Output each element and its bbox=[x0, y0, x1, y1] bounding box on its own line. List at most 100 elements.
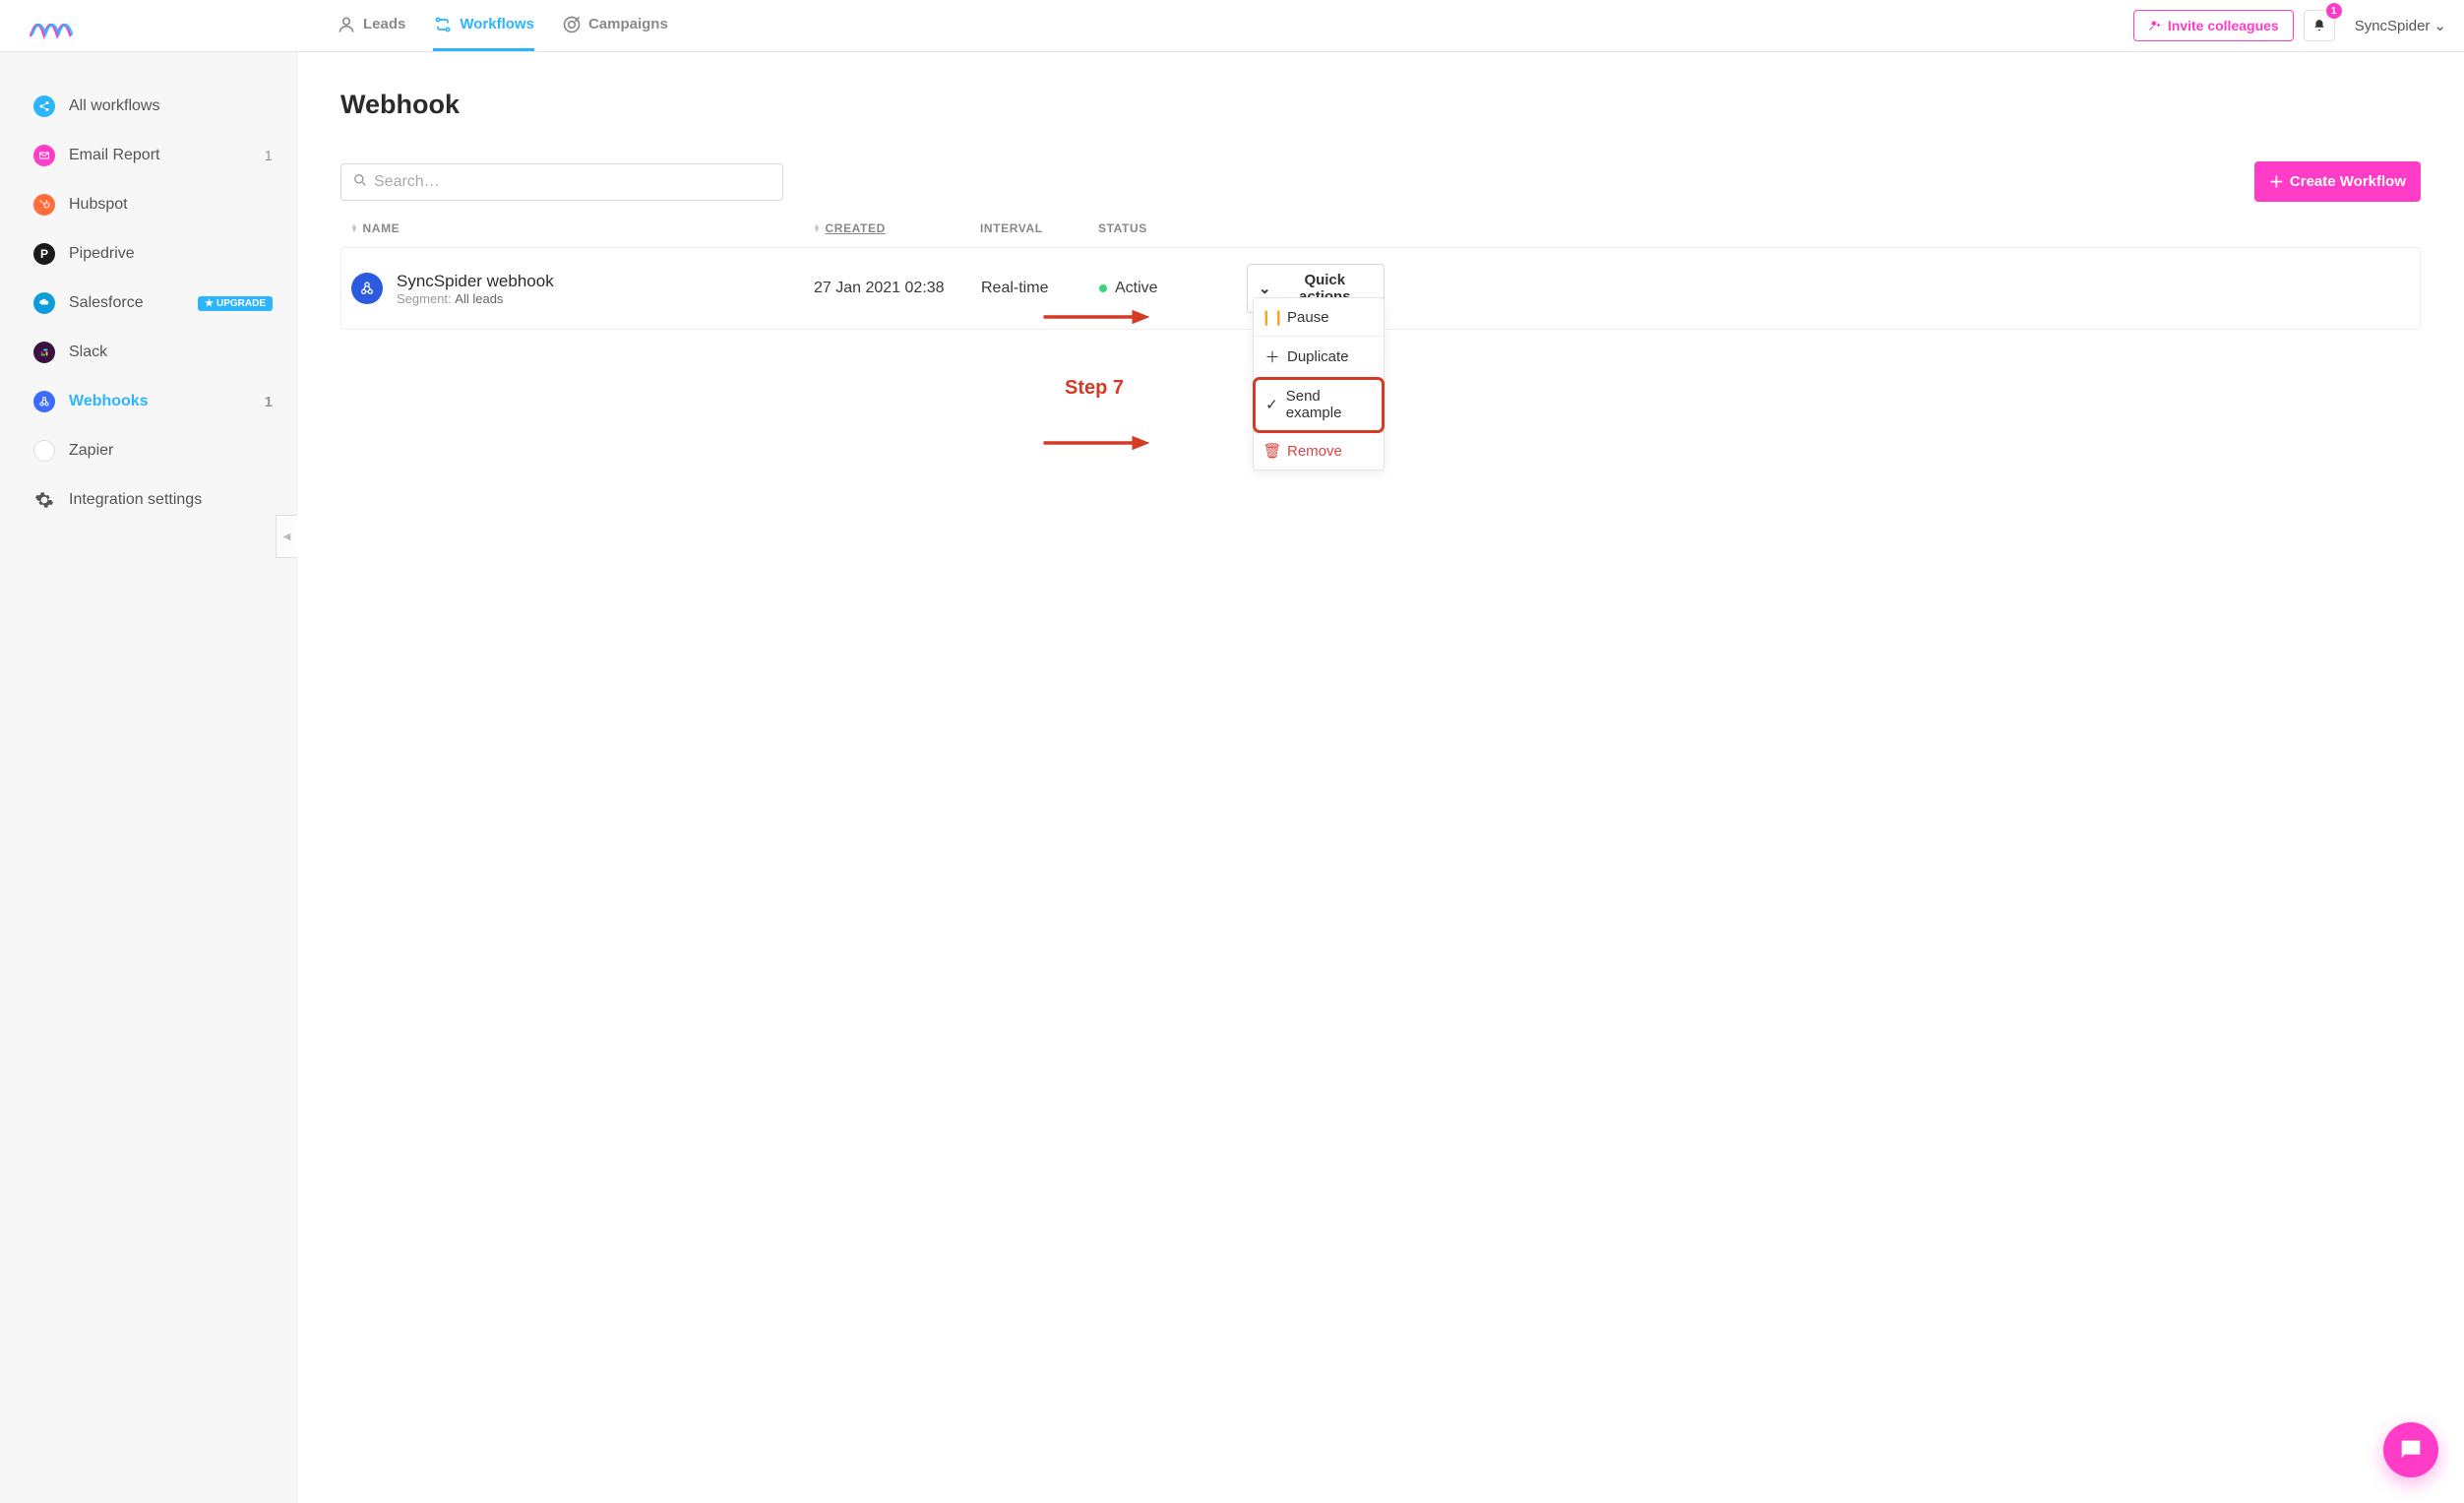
sidebar-item-label: Zapier bbox=[69, 442, 113, 460]
sidebar-zapier[interactable]: ✱ Zapier bbox=[0, 426, 296, 475]
col-status: STATUS bbox=[1098, 221, 1246, 235]
upgrade-text: UPGRADE bbox=[216, 298, 266, 309]
invite-label: Invite colleagues bbox=[2168, 18, 2279, 33]
search-icon bbox=[353, 173, 367, 191]
row-segment: Segment: All leads bbox=[397, 291, 554, 306]
sidebar-item-label: Hubspot bbox=[69, 196, 128, 214]
status-dot-icon bbox=[1099, 284, 1107, 292]
qa-remove-label: Remove bbox=[1287, 443, 1342, 460]
notif-badge: 1 bbox=[2326, 3, 2342, 19]
nav-campaigns[interactable]: Campaigns bbox=[562, 0, 668, 51]
sidebar-pipedrive[interactable]: P Pipedrive bbox=[0, 229, 296, 279]
quick-action-pause[interactable]: ❙❙ Pause bbox=[1254, 298, 1384, 337]
nav-workflows-label: Workflows bbox=[460, 16, 534, 32]
sidebar-hubspot[interactable]: Hubspot bbox=[0, 180, 296, 229]
app-logo[interactable] bbox=[28, 6, 81, 45]
col-interval-label: INTERVAL bbox=[980, 221, 1043, 235]
check-icon: ✓ bbox=[1265, 396, 1278, 413]
sidebar-item-label: Salesforce bbox=[69, 294, 144, 312]
sidebar-salesforce[interactable]: Salesforce ★ UPGRADE bbox=[0, 279, 296, 328]
col-status-label: STATUS bbox=[1098, 221, 1147, 235]
sidebar-collapse-toggle[interactable]: ◀ bbox=[276, 515, 297, 558]
sidebar-item-label: All workflows bbox=[69, 97, 159, 115]
row-name-cell: SyncSpider webhook Segment: All leads bbox=[351, 272, 814, 306]
nav-workflows[interactable]: Workflows bbox=[433, 0, 534, 51]
table-header: ▲▼ NAME ▲▼ CREATED INTERVAL STATUS bbox=[340, 210, 2421, 247]
segment-label: Segment: bbox=[397, 291, 452, 306]
sidebar: All workflows Email Report 1 Hubspot P P… bbox=[0, 52, 297, 1503]
quick-action-send-example[interactable]: ✓ Send example bbox=[1254, 378, 1384, 432]
search-input[interactable] bbox=[374, 173, 770, 191]
sidebar-all-workflows[interactable]: All workflows bbox=[0, 82, 296, 131]
user-label: SyncSpider bbox=[2355, 18, 2431, 34]
topbar: Leads Workflows Campaigns Invite colleag… bbox=[0, 0, 2464, 52]
mail-icon bbox=[33, 145, 55, 166]
main-content: Webhook ＋ Create Workflow ▲▼ NAME ▲▼ bbox=[297, 52, 2464, 1503]
webhook-icon bbox=[351, 273, 383, 304]
invite-colleagues-button[interactable]: Invite colleagues bbox=[2133, 10, 2294, 41]
gear-icon bbox=[33, 489, 55, 511]
row-interval: Real-time bbox=[981, 280, 1099, 297]
col-interval: INTERVAL bbox=[980, 221, 1098, 235]
quick-actions-menu: ❙❙ Pause ＋ Duplicate ✓ Send example 🗑 bbox=[1253, 297, 1385, 470]
sidebar-item-label: Slack bbox=[69, 344, 107, 361]
chevron-down-icon: ⌄ bbox=[1259, 280, 1271, 297]
sidebar-email-report[interactable]: Email Report 1 bbox=[0, 131, 296, 180]
nav-campaigns-label: Campaigns bbox=[588, 16, 668, 32]
create-label: Create Workflow bbox=[2290, 173, 2406, 190]
status-text: Active bbox=[1115, 280, 1158, 296]
plus-icon: ＋ bbox=[2269, 171, 2284, 192]
col-name-label: NAME bbox=[363, 221, 400, 235]
sidebar-webhooks[interactable]: Webhooks 1 bbox=[0, 377, 296, 426]
toolbar: ＋ Create Workflow bbox=[340, 161, 2421, 202]
plus-icon: ＋ bbox=[1265, 346, 1279, 367]
nav-leads[interactable]: Leads bbox=[337, 0, 405, 51]
webhook-icon bbox=[33, 391, 55, 412]
sidebar-item-label: Webhooks bbox=[69, 393, 149, 410]
topbar-right: Invite colleagues 1 SyncSpider ⌄ bbox=[2133, 10, 2446, 41]
star-icon: ★ bbox=[205, 298, 214, 309]
share-icon bbox=[33, 95, 55, 117]
sidebar-item-label: Pipedrive bbox=[69, 245, 135, 263]
search-box[interactable] bbox=[340, 163, 783, 201]
salesforce-icon bbox=[33, 292, 55, 314]
col-name[interactable]: ▲▼ NAME bbox=[350, 221, 813, 235]
qa-send-example-label: Send example bbox=[1286, 388, 1372, 421]
col-created-label: CREATED bbox=[826, 221, 886, 235]
workflows-table: ▲▼ NAME ▲▼ CREATED INTERVAL STATUS bbox=[340, 210, 2421, 330]
pause-icon: ❙❙ bbox=[1265, 308, 1279, 326]
sidebar-slack[interactable]: Slack bbox=[0, 328, 296, 377]
nav-leads-label: Leads bbox=[363, 16, 405, 32]
zapier-icon: ✱ bbox=[33, 440, 55, 462]
hubspot-icon bbox=[33, 194, 55, 216]
chat-widget-button[interactable] bbox=[2383, 1422, 2438, 1477]
col-created[interactable]: ▲▼ CREATED bbox=[813, 221, 980, 235]
annotation-step-label: Step 7 bbox=[1065, 377, 1124, 400]
row-created: 27 Jan 2021 02:38 bbox=[814, 280, 981, 297]
quick-actions-wrap: ⌄ Quick actions ❙❙ Pause ＋ Duplicate bbox=[1247, 264, 1385, 313]
table-row[interactable]: SyncSpider webhook Segment: All leads 27… bbox=[340, 247, 2421, 330]
sort-icon: ▲▼ bbox=[813, 224, 822, 232]
row-status: Active bbox=[1099, 280, 1247, 297]
sidebar-item-count: 1 bbox=[265, 394, 273, 410]
trash-icon: 🗑 bbox=[1265, 442, 1279, 460]
create-workflow-button[interactable]: ＋ Create Workflow bbox=[2254, 161, 2421, 202]
page-title: Webhook bbox=[340, 90, 2421, 120]
notifications-button[interactable]: 1 bbox=[2304, 10, 2335, 41]
quick-action-remove[interactable]: 🗑 Remove bbox=[1254, 432, 1384, 470]
upgrade-badge[interactable]: ★ UPGRADE bbox=[198, 296, 273, 311]
chevron-down-icon: ⌄ bbox=[2433, 17, 2446, 34]
chat-icon bbox=[2397, 1436, 2425, 1464]
slack-icon bbox=[33, 342, 55, 363]
pipedrive-icon: P bbox=[33, 243, 55, 265]
bell-icon bbox=[2312, 19, 2326, 32]
user-menu[interactable]: SyncSpider ⌄ bbox=[2355, 17, 2446, 34]
sidebar-integration-settings[interactable]: Integration settings bbox=[0, 475, 296, 525]
sidebar-item-label: Email Report bbox=[69, 147, 159, 164]
sidebar-item-label: Integration settings bbox=[69, 491, 202, 509]
qa-duplicate-label: Duplicate bbox=[1287, 348, 1349, 365]
sidebar-item-count: 1 bbox=[265, 148, 273, 164]
quick-action-duplicate[interactable]: ＋ Duplicate bbox=[1254, 337, 1384, 378]
top-nav: Leads Workflows Campaigns bbox=[337, 0, 668, 51]
row-title: SyncSpider webhook bbox=[397, 272, 554, 291]
